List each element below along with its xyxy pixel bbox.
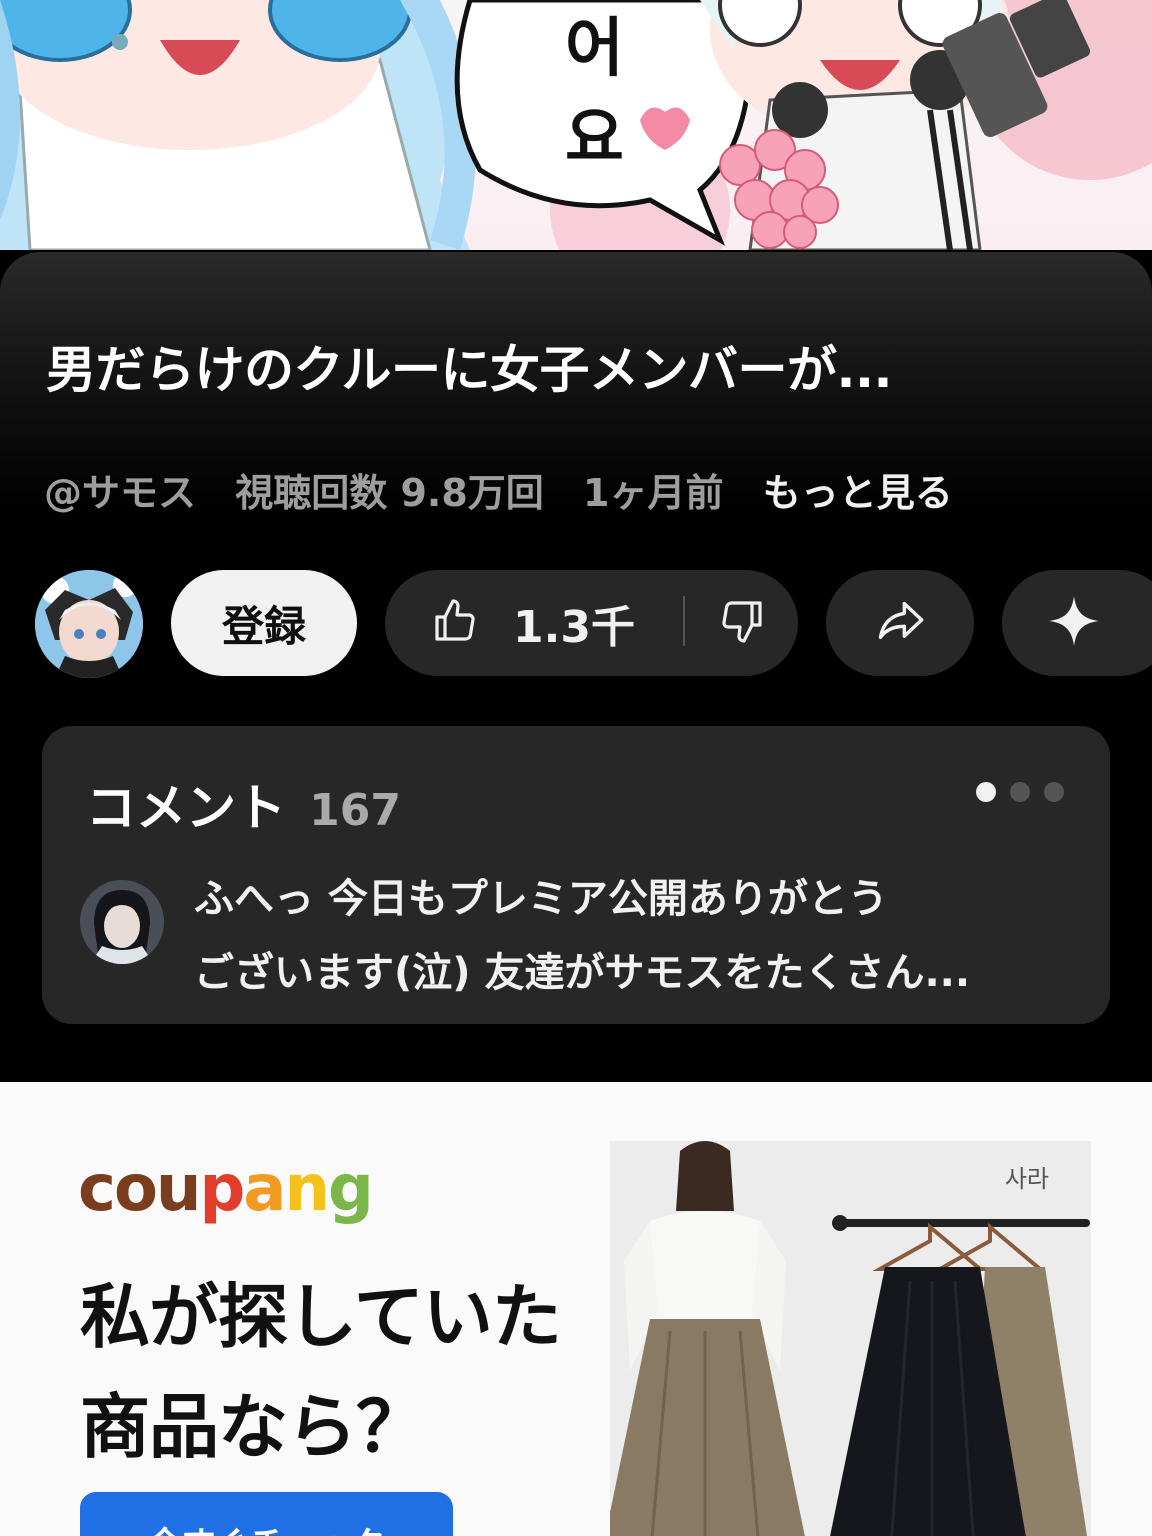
ask-ai-button[interactable] — [1002, 570, 1152, 676]
pager-dot — [1010, 782, 1030, 802]
share-icon — [874, 595, 926, 651]
ad-product-image[interactable]: 사라 — [610, 1141, 1091, 1536]
view-count: 視聴回数 9.8万回 — [235, 471, 544, 515]
upload-age: 1ヶ月前 — [583, 471, 724, 515]
product-brand-label: 사라 — [1004, 1165, 1049, 1193]
coupang-logo: coupang — [78, 1152, 374, 1226]
channel-avatar[interactable] — [35, 570, 143, 678]
comments-title: コメント — [86, 779, 286, 837]
ad-banner[interactable]: coupang 私が探していた 商品なら？ 今すぐチェック — [0, 1082, 1152, 1536]
ad-headline-line-1: 私が探していた — [80, 1276, 562, 1358]
pager-dot — [1044, 782, 1064, 802]
commenter-avatar — [80, 880, 164, 964]
comments-header: コメント 167 — [86, 768, 401, 840]
bubble-text-2: 요 — [565, 102, 624, 176]
channel-handle[interactable]: @サモス — [44, 471, 196, 515]
top-comment-line-2: ございます(泣) 友達がサモスをたくさん... — [194, 950, 971, 996]
video-title[interactable]: 男だらけのクルーに女子メンバーが... — [46, 330, 1116, 402]
top-comment-line-1: ふへっ 今日もプレミア公開ありがとう — [194, 876, 888, 922]
video-thumbnail[interactable]: 어 요 — [0, 0, 1152, 250]
like-count: 1.3千 — [513, 602, 635, 653]
subscribe-button[interactable]: 登録 — [171, 570, 357, 676]
action-row: 登録 1.3千 — [0, 568, 1152, 678]
video-metadata[interactable]: @サモス 視聴回数 9.8万回 1ヶ月前 もっと見る — [44, 462, 953, 517]
comments-card[interactable]: コメント 167 ふへっ 今日もプレミア公開ありがとう ございます(泣) 友達が… — [42, 726, 1110, 1024]
like-button[interactable]: 1.3千 — [385, 570, 685, 676]
thumbs-down-icon — [718, 597, 766, 649]
like-dislike-pill: 1.3千 — [385, 570, 798, 676]
dislike-button[interactable] — [685, 570, 798, 676]
comments-count: 167 — [309, 785, 401, 836]
bubble-text-1: 어 — [565, 12, 624, 86]
ad-headline-line-2: 商品なら？ — [80, 1386, 426, 1468]
thumbs-up-icon — [431, 597, 479, 649]
top-comment-text: ふへっ 今日もプレミア公開ありがとう ございます(泣) 友達がサモスをたくさん.… — [194, 862, 1054, 1010]
sparkle-icon — [1047, 594, 1101, 652]
ad-cta-button[interactable]: 今すぐチェック — [80, 1492, 453, 1536]
ad-headline: 私が探していた 商品なら？ — [80, 1262, 562, 1482]
more-link[interactable]: もっと見る — [763, 471, 953, 515]
share-button[interactable] — [826, 570, 974, 676]
pager-dot-active — [976, 782, 996, 802]
comments-pager[interactable] — [976, 782, 1064, 802]
like-divider — [683, 596, 685, 646]
